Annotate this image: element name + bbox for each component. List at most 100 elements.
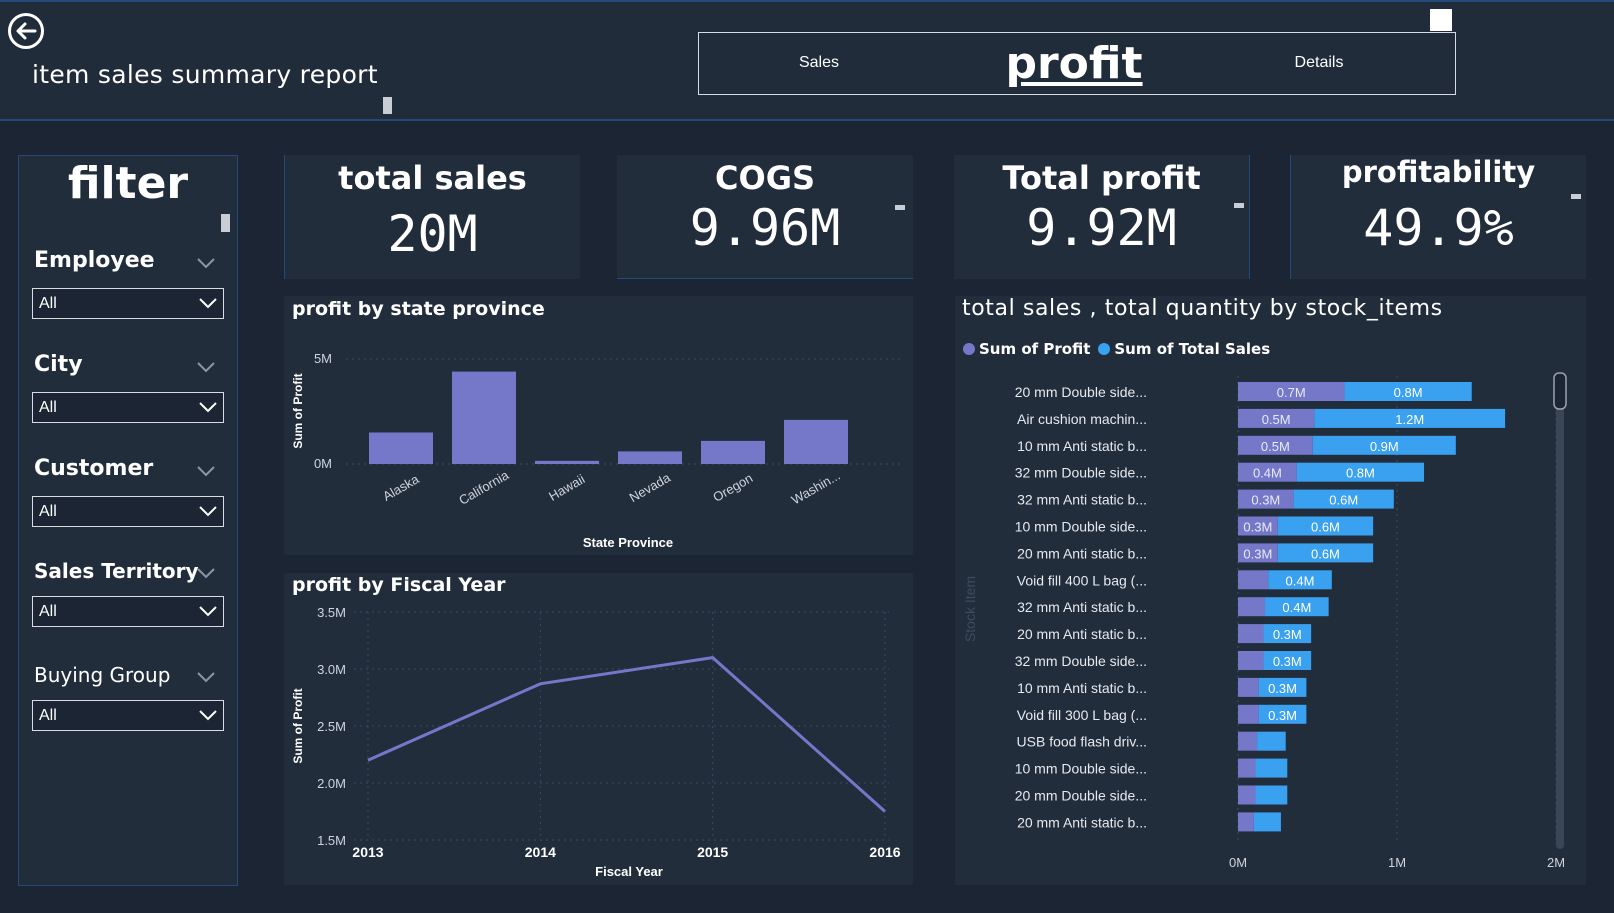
y-tick-label: Air cushion machin... <box>1017 411 1147 427</box>
slicer-dropdown-customer[interactable]: All <box>32 496 224 527</box>
x-tick-label: Hawaii <box>546 471 587 504</box>
y-tick-label: Void fill 300 L bag (... <box>1017 707 1147 723</box>
slicer-label-customer: Customer <box>34 456 154 481</box>
data-label: 0.3M <box>1273 627 1302 642</box>
bar-segment-total-sales[interactable] <box>1255 785 1288 805</box>
bar-segment-profit[interactable] <box>1238 651 1264 670</box>
y-tick-label: 20 mm Anti static b... <box>1017 626 1147 642</box>
bar-segment-total-sales[interactable] <box>1257 731 1286 751</box>
line-chart-svg: Sum of Profit Fiscal Year 1.5M 2.0M 2.5M 3.… <box>291 605 901 879</box>
slicer-dropdown-employee[interactable]: All <box>32 288 224 319</box>
data-label: 0.3M <box>1243 520 1272 535</box>
x-tick-label: Oregon <box>710 470 755 505</box>
kpi-title: profitability <box>1341 155 1536 189</box>
tab-profit[interactable]: profit <box>989 33 1159 93</box>
kpi-card-profitability: profitability 49.9% <box>1290 155 1586 279</box>
scrollbar-thumb[interactable] <box>1553 372 1567 410</box>
tab-sales[interactable]: Sales <box>779 33 859 93</box>
chart-profit-by-state[interactable]: profit by state province 5M 0M Sum of Pr… <box>284 296 913 555</box>
kpi-title: COGS <box>715 159 815 197</box>
bar-segment-profit[interactable] <box>1238 758 1256 778</box>
bar-chart-svg: 5M 0M Sum of Profit State Province Alask… <box>291 351 904 550</box>
data-label: 0.4M <box>1253 466 1282 481</box>
bar-segment-profit[interactable] <box>1238 704 1259 724</box>
chevron-down-icon[interactable] <box>197 256 215 270</box>
y-tick-label: USB food flash driv... <box>1017 734 1147 750</box>
y-tick-label: 2.5M <box>317 719 346 734</box>
more-options-handle[interactable] <box>1571 194 1581 199</box>
slicer-dropdown-sales-territory[interactable]: All <box>32 596 224 627</box>
kpi-value: 20M <box>387 205 478 263</box>
bar-segment-profit[interactable] <box>1238 624 1264 644</box>
y-axis-label: Sum of Profit <box>291 688 305 763</box>
x-tick-label: Nevada <box>627 469 674 505</box>
x-tick-label: 2M <box>1547 855 1565 870</box>
chevron-down-icon[interactable] <box>197 566 215 580</box>
data-label: 0.9M <box>1370 439 1399 454</box>
slicer-value: All <box>39 707 57 724</box>
data-label: 0.3M <box>1243 546 1272 561</box>
chevron-down-icon <box>199 298 217 309</box>
chevron-down-icon[interactable] <box>197 360 215 374</box>
bar-california[interactable] <box>452 371 516 464</box>
y-tick-label: 10 mm Double side... <box>1015 519 1147 535</box>
y-tick-label: Void fill 400 L bag (... <box>1017 572 1147 588</box>
bar-segment-profit[interactable] <box>1238 812 1254 832</box>
data-label: 0.5M <box>1261 439 1290 454</box>
stacked-bar-chart-svg: Stock Item 20 mm Double side... 0.7M 0.8M A… <box>962 372 1567 870</box>
kpi-card-cogs: COGS 9.96M <box>617 155 913 279</box>
data-label: 0.7M <box>1277 385 1306 400</box>
chevron-down-icon[interactable] <box>197 670 215 684</box>
chevron-down-icon <box>199 506 217 517</box>
slicer-label-city: City <box>34 352 83 377</box>
scrollbar-track[interactable] <box>1556 373 1564 849</box>
data-label: 0.4M <box>1286 573 1315 588</box>
data-label: 0.3M <box>1268 681 1297 696</box>
chevron-down-icon[interactable] <box>197 464 215 478</box>
kpi-title: Total profit <box>1002 159 1201 197</box>
report-title: item sales summary report <box>32 60 378 89</box>
y-tick-label: 2.0M <box>317 776 346 791</box>
kpi-title: total sales <box>338 159 527 197</box>
y-tick-label: 5M <box>314 351 332 366</box>
bar-segment-total-sales[interactable] <box>1253 812 1281 832</box>
bar-hawaii[interactable] <box>535 460 599 464</box>
bar-segment-profit[interactable] <box>1238 785 1256 805</box>
slicer-value: All <box>39 503 57 520</box>
visual-placeholder[interactable] <box>1430 9 1452 31</box>
tab-details[interactable]: Details <box>1274 33 1364 93</box>
bar-oregon[interactable] <box>701 440 765 464</box>
bar-segment-profit[interactable] <box>1238 597 1266 617</box>
data-label: 0.8M <box>1394 385 1423 400</box>
data-label: 0.6M <box>1311 520 1340 535</box>
bar-segment-profit[interactable] <box>1238 677 1259 697</box>
more-options-handle[interactable] <box>1234 203 1244 208</box>
chart-stock-items[interactable]: total sales , total quantity by stock_it… <box>955 296 1586 885</box>
bar-segment-profit[interactable] <box>1238 731 1258 751</box>
bar-segment-profit[interactable] <box>1238 570 1269 590</box>
more-options-handle[interactable] <box>895 205 905 210</box>
x-axis-label: Fiscal Year <box>595 864 663 879</box>
kpi-value: 9.92M <box>1026 199 1177 257</box>
bar-washin[interactable] <box>784 419 848 464</box>
filter-panel: filter Employee All City All Customer Al… <box>18 155 238 886</box>
bar-alaska[interactable] <box>369 432 433 465</box>
resize-handle[interactable] <box>221 214 230 232</box>
slicer-dropdown-buying-group[interactable]: All <box>32 700 224 731</box>
y-tick-label: 32 mm Double side... <box>1015 465 1147 481</box>
chart-profit-by-fiscal-year[interactable]: profit by Fiscal Year Sum of Profit Fisc… <box>284 573 913 885</box>
resize-handle[interactable] <box>383 97 392 114</box>
bar-nevada[interactable] <box>618 451 682 464</box>
x-tick-label: 2016 <box>869 844 900 860</box>
page-navigator: Sales profit Details <box>698 32 1456 95</box>
chevron-down-icon <box>199 402 217 413</box>
bar-segment-total-sales[interactable] <box>1255 758 1288 778</box>
back-button[interactable] <box>8 13 44 49</box>
slicer-label-buying-group: Buying Group <box>34 663 171 687</box>
y-axis-label: Stock Item <box>962 576 978 642</box>
x-tick-label: 1M <box>1388 855 1406 870</box>
x-tick-label: 2015 <box>697 844 728 860</box>
slicer-label-employee: Employee <box>34 248 155 273</box>
slicer-dropdown-city[interactable]: All <box>32 392 224 423</box>
data-label: 0.6M <box>1329 493 1358 508</box>
